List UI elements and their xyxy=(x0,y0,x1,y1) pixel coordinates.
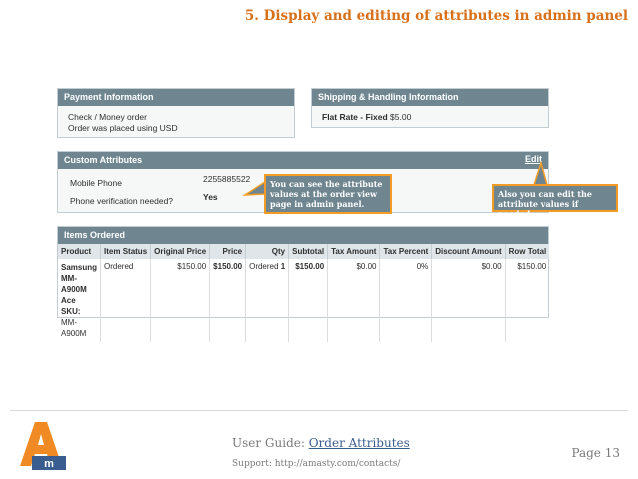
column-subtotal: Subtotal xyxy=(288,244,329,259)
cell-item-status: Ordered xyxy=(100,259,152,342)
callout-view-attributes: You can see the attribute values at the … xyxy=(264,174,392,214)
column-tax-amount: Tax Amount xyxy=(327,244,381,259)
qty-label: Ordered xyxy=(249,262,279,271)
column-original-price: Original Price xyxy=(150,244,211,259)
page-number: Page 13 xyxy=(571,446,620,460)
svg-text:m: m xyxy=(44,458,54,470)
items-table-header-row: Product Item Status Original Price Price… xyxy=(58,244,550,259)
order-attributes-link[interactable]: Order Attributes xyxy=(309,436,410,450)
items-ordered-header: Items Ordered xyxy=(58,227,548,244)
sku-value: MM-A900M xyxy=(61,318,87,338)
column-tax-percent: Tax Percent xyxy=(379,244,433,259)
items-ordered-panel: Items Ordered Product Item Status Origin… xyxy=(57,226,550,342)
cell-qty: Ordered 1 xyxy=(245,259,290,342)
cell-discount-amount: $0.00 xyxy=(431,259,506,342)
product-name-line-3: Ace xyxy=(61,296,76,305)
column-item-status: Item Status xyxy=(100,244,152,259)
right-callout-pointer xyxy=(532,160,548,186)
cell-tax-amount: $0.00 xyxy=(327,259,381,342)
column-price: Price xyxy=(209,244,247,259)
sku-label: SKU: xyxy=(61,307,81,316)
amasty-logo-icon: m xyxy=(20,422,66,470)
callout-edit-attributes: Also you can edit the attribute values i… xyxy=(492,184,618,219)
user-guide-line: User Guide: Order Attributes xyxy=(232,436,410,450)
column-qty: Qty xyxy=(245,244,290,259)
cell-original-price: $150.00 xyxy=(150,259,211,342)
items-table: Product Item Status Original Price Price… xyxy=(58,244,550,342)
footer-divider xyxy=(10,410,628,411)
cell-subtotal: $150.00 xyxy=(288,259,329,342)
column-product: Product xyxy=(58,244,102,259)
table-row: Samsung MM-A900M Ace SKU: MM-A900M Order… xyxy=(58,259,549,342)
cell-row-total: $150.00 xyxy=(517,262,547,271)
cell-price: $150.00 xyxy=(209,259,247,342)
cell-product: Samsung MM-A900M Ace SKU: MM-A900M xyxy=(58,259,102,342)
support-line: Support: http://amasty.com/contacts/ xyxy=(232,459,401,469)
product-name-line-2: MM-A900M xyxy=(61,274,87,294)
column-discount-amount: Discount Amount xyxy=(431,244,506,259)
product-name-line-1: Samsung xyxy=(61,263,98,272)
qty-value: 1 xyxy=(280,262,286,271)
left-callout-pointer xyxy=(242,180,266,196)
user-guide-prefix: User Guide: xyxy=(232,436,309,450)
column-row-total: Row Total xyxy=(505,244,550,259)
cell-tax-percent: 0% xyxy=(379,259,433,342)
